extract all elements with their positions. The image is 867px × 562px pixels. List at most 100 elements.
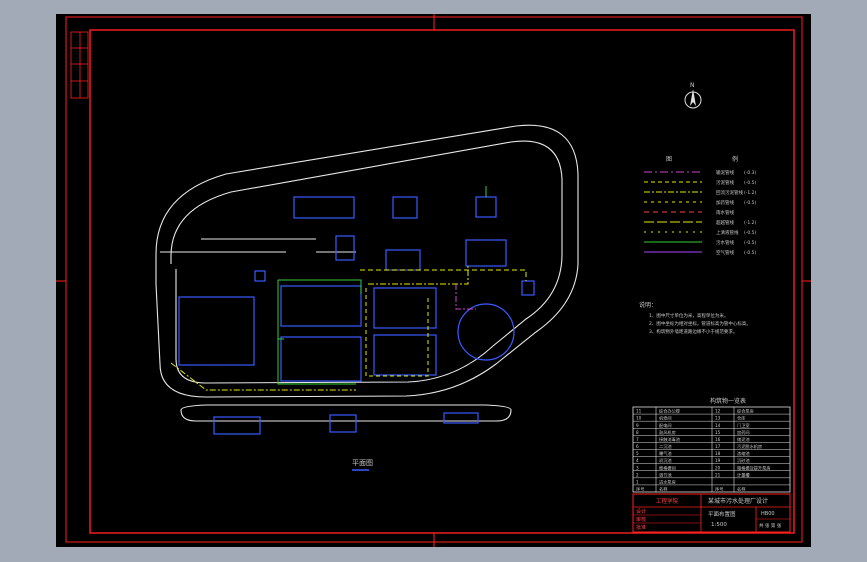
legend-row: 超越管线 (-1.2) [644,219,757,226]
legend-row: 雨水管线 [644,209,734,216]
table-cell: 综合泵房 [737,408,754,415]
pipelines [170,186,527,391]
legend-label: 污水管线 [716,239,734,246]
title-block-sheet: 共 张 第 张 [759,522,782,529]
table-cell: 加药间 [737,429,750,436]
table-cell: 18 [715,451,721,456]
site-roads [155,124,579,422]
legend-label: 污泥管线 [716,179,734,186]
table-cell: 11 [636,409,642,414]
plan-label: 平面图 [352,459,373,467]
table-cell: 细格栅间 [659,464,676,471]
title-block-role-3: 批准 [636,524,646,531]
table-cell: 进水泵房 [659,478,676,485]
table-cell: 6 [636,444,639,449]
table-cell: 7 [636,437,639,442]
title-block-title: 某城市污水处理厂设计 [708,497,768,505]
table-cell: 19 [715,458,721,463]
table-cell: 8 [636,430,639,435]
buildings [178,196,535,435]
table-cell: 机修间 [659,415,672,422]
table-cell: 20 [715,465,721,470]
table-cell: 17 [715,444,721,449]
title-block-scale: 1:500 [711,522,727,528]
table-cell: 综合办公楼 [659,408,680,415]
legend-row: 输泥管线 (-0.3) [644,169,757,176]
table-cell: 序号 [636,486,644,493]
table-cell: 配电间 [659,422,672,429]
notes: 说明： 1、图中尺寸单位为米，高程单位为米。 2、图中坐标为相对坐标，管道标高为… [639,301,751,335]
legend-row: 加药管线 (-0.5) [644,199,757,206]
table-cell: 4 [636,458,639,463]
legend-row: 空气管线 (-0.5) [644,249,757,256]
table-cell: 16 [715,437,721,442]
title-block: 工程学院 某城市污水处理厂设计 平面布置图 1:500 HB00 共 张 第 张… [632,493,791,533]
legend-row: 污泥管线 (-0.5) [644,179,757,186]
table-rows: 11 综合办公楼 12 综合泵房10 机修间 13 仓库9 配电间 14 门卫室8 鼓风机房 15 加药… [633,407,790,493]
legend-suffix: (-1.2) [744,220,757,226]
legend-label: 输泥管线 [716,169,734,176]
table-cell: 15 [715,430,721,435]
legend-suffix: (-0.3) [744,170,757,176]
title-block-role-2: 审核 [636,516,646,523]
table-cell: 粗格栅及提升泵房 [737,464,771,471]
north-arrow-icon: N [684,82,702,109]
table-cell: 鼓风机房 [659,429,676,436]
table-cell: 名称 [737,486,745,493]
table-cell: 门卫室 [737,422,750,429]
table-cell: 接触消毒池 [659,436,681,443]
legend-suffix: (-0.5) [744,240,757,246]
title-block-drawing-name: 平面布置图 [708,510,736,518]
inner-frame [89,29,795,534]
legend-suffix: (-0.5) [744,250,757,256]
legend-rows: 输泥管线 (-0.3)污泥管线 (-0.5)回流污泥管线 (-1.2)加药管线 (-0.… [644,169,757,256]
legend-suffix: (-0.5) [744,180,757,186]
legend-head-left: 图 [666,156,672,163]
table-cell: 调节池 [659,471,672,478]
legend-label: 空气管线 [716,249,734,256]
table-cell: 1 [636,479,639,484]
table-title: 构筑物一览表 [710,397,746,405]
table-cell: 21 [715,472,721,477]
table-cell: 5 [636,451,639,456]
drawing-sheet: N 平面图 图 例 输泥管线 (-0.3) 污泥管线 (-0.5) 回流污泥管线… [56,14,811,547]
table-cell: 储泥池 [737,436,750,443]
table-cell: 13 [715,416,721,421]
title-block-number: HB00 [761,511,775,517]
legend-row: 上清液管线 (-0.5) [644,229,757,236]
table-cell: 9 [636,423,639,428]
legend-suffix: (-0.5) [744,200,757,206]
binding-strip [70,31,89,99]
table-cell: 污泥脱水机房 [737,443,762,450]
legend-row: 回流污泥管线 (-1.2) [644,189,757,196]
legend-suffix: (-1.2) [744,190,757,196]
table-cell: 仓库 [737,415,745,422]
table-cell: 14 [715,423,721,428]
legend-label: 雨水管线 [716,209,734,216]
legend-head-right: 例 [732,155,738,163]
title-block-school: 工程学院 [656,497,679,505]
note-item-1: 1、图中尺寸单位为米，高程单位为米。 [649,312,728,319]
table-cell: 10 [636,416,642,421]
legend-label: 超越管线 [716,219,734,226]
table-cell: 名称 [659,486,667,493]
north-label: N [690,82,695,89]
legend-label: 上清液管线 [716,229,739,236]
table-cell: 初沉池 [659,457,672,464]
table-cell: 2 [636,472,639,477]
table-cell: 序号 [715,486,723,493]
table-cell: 3 [636,465,639,470]
drawing-canvas: N 平面图 图 例 输泥管线 (-0.3)污泥管线 (-0.5)回流污泥管线 (… [56,14,811,547]
structures-table: 构筑物一览表 11 综合办公楼 12 综合泵房10 机修间 13 仓库9 配电间 14 门卫室8 鼓… [632,397,791,493]
table-cell: 浓缩池 [737,450,750,457]
legend-label: 回流污泥管线 [716,189,743,196]
table-cell: 12 [715,409,721,414]
table-cell: 二沉池 [659,443,672,450]
notes-title: 说明： [639,301,657,309]
legend: 图 例 输泥管线 (-0.3)污泥管线 (-0.5)回流污泥管线 (-1.2)加药管线… [644,155,757,256]
legend-suffix: (-0.5) [744,230,757,236]
table-cell: 曝气池 [659,450,672,456]
legend-row: 污水管线 (-0.5) [644,239,757,246]
note-item-3: 3、构筑物外墙距道路边缘不小于规范要求。 [649,328,737,335]
table-cell: 沉砂池 [737,457,750,464]
